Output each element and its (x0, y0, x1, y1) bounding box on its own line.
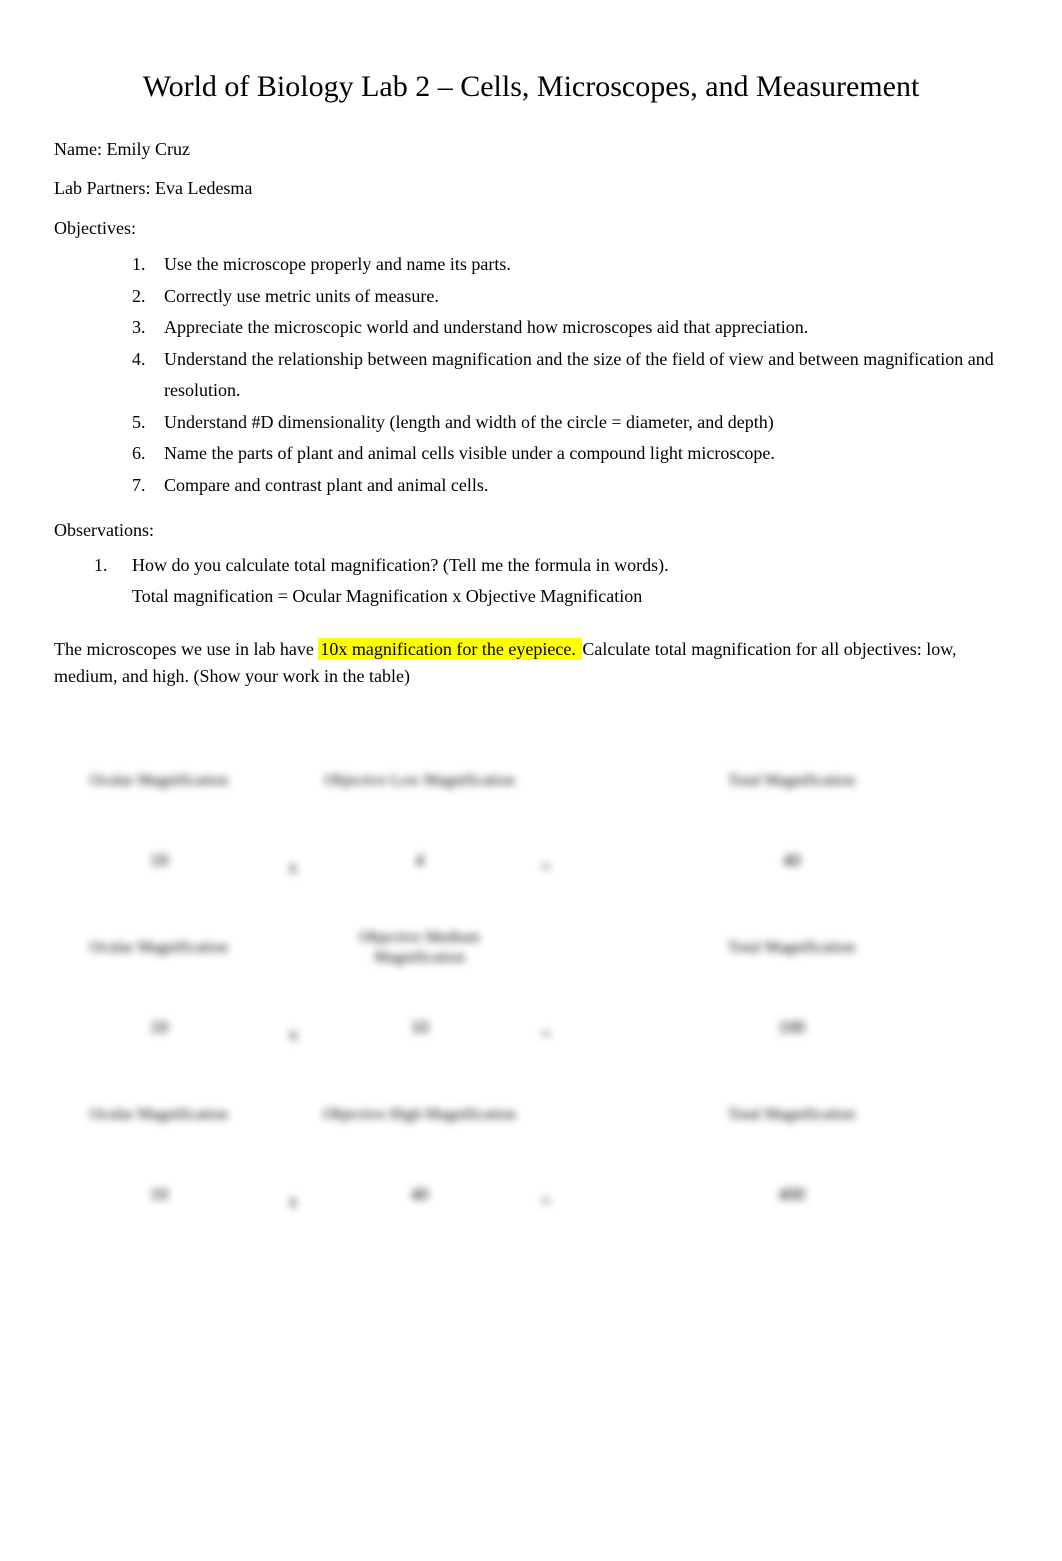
objectives-heading: Objectives: (54, 218, 1008, 239)
ocular-header-cell: Ocular Magnification (54, 743, 264, 819)
operator-cell (273, 743, 313, 819)
objective-high-header-cell: Objective High Magnification (322, 1077, 517, 1153)
objective-item: Understand the relationship between magn… (132, 344, 1008, 407)
objective-value-cell: 4 (322, 828, 517, 892)
student-name-line: Name: Emily Cruz (54, 139, 1008, 160)
name-label: Name: (54, 139, 106, 159)
total-header-cell: Total Magnification (575, 910, 1008, 986)
table-row: 10 x 10 = 100 (54, 995, 1008, 1059)
objective-item: Understand #D dimensionality (length and… (132, 407, 1008, 439)
operator-cell (273, 910, 313, 986)
ocular-header-cell: Ocular Magnification (54, 910, 264, 986)
table-header-row-high: Ocular Magnification Objective High Magn… (54, 1077, 1008, 1153)
observation-number: 1. (94, 551, 108, 580)
objective-medium-header-cell: Objective Medium Magnification (322, 910, 517, 986)
lab-partners-line: Lab Partners: Eva Ledesma (54, 178, 1008, 199)
total-value-cell: 100 (575, 995, 1008, 1059)
observations-list: 1. How do you calculate total magnificat… (54, 551, 1008, 580)
observation-question: How do you calculate total magnification… (132, 555, 669, 575)
ocular-value-cell: 10 (54, 995, 264, 1059)
objective-item: Compare and contrast plant and animal ce… (132, 470, 1008, 502)
page-title: World of Biology Lab 2 – Cells, Microsco… (54, 70, 1008, 104)
ocular-value-cell: 10 (54, 828, 264, 892)
operator-cell (273, 1077, 313, 1153)
equals-cell (526, 910, 566, 986)
objective-item: Use the microscope properly and name its… (132, 249, 1008, 281)
paragraph-before: The microscopes we use in lab have (54, 639, 318, 659)
equals-cell (526, 1077, 566, 1153)
ocular-value-cell: 10 (54, 1162, 264, 1226)
ocular-header-cell: Ocular Magnification (54, 1077, 264, 1153)
total-value-cell: 400 (575, 1162, 1008, 1226)
total-value-cell: 40 (575, 828, 1008, 892)
multiply-symbol: x (273, 1162, 313, 1226)
instruction-paragraph: The microscopes we use in lab have 10x m… (54, 636, 1008, 692)
total-header-cell: Total Magnification (575, 1077, 1008, 1153)
total-header-cell: Total Magnification (575, 743, 1008, 819)
multiply-symbol: x (273, 995, 313, 1059)
equals-symbol: = (526, 995, 566, 1059)
equals-symbol: = (526, 1162, 566, 1226)
objective-item: Correctly use metric units of measure. (132, 281, 1008, 313)
objectives-list: Use the microscope properly and name its… (54, 249, 1008, 501)
equals-cell (526, 743, 566, 819)
observation-answer: Total magnification = Ocular Magnificati… (54, 582, 1008, 611)
table-row: 10 x 4 = 40 (54, 828, 1008, 892)
table-row: 10 x 40 = 400 (54, 1162, 1008, 1226)
name-value: Emily Cruz (106, 139, 190, 159)
table-header-row-medium: Ocular Magnification Objective Medium Ma… (54, 910, 1008, 986)
multiply-symbol: x (273, 828, 313, 892)
equals-symbol: = (526, 828, 566, 892)
objective-item: Appreciate the microscopic world and und… (132, 312, 1008, 344)
objective-low-header-cell: Objective Low Magnification (322, 743, 517, 819)
objective-item: Name the parts of plant and animal cells… (132, 438, 1008, 470)
observations-heading: Observations: (54, 520, 1008, 541)
highlighted-text: 10x magnification for the eyepiece. (318, 638, 582, 660)
observation-item: 1. How do you calculate total magnificat… (94, 551, 1008, 580)
objective-value-cell: 40 (322, 1162, 517, 1226)
magnification-table: Ocular Magnification Objective Low Magni… (54, 743, 1008, 1226)
partners-label: Lab Partners: (54, 178, 155, 198)
objective-value-cell: 10 (322, 995, 517, 1059)
table-header-row-low: Ocular Magnification Objective Low Magni… (54, 743, 1008, 819)
partners-value: Eva Ledesma (155, 178, 252, 198)
